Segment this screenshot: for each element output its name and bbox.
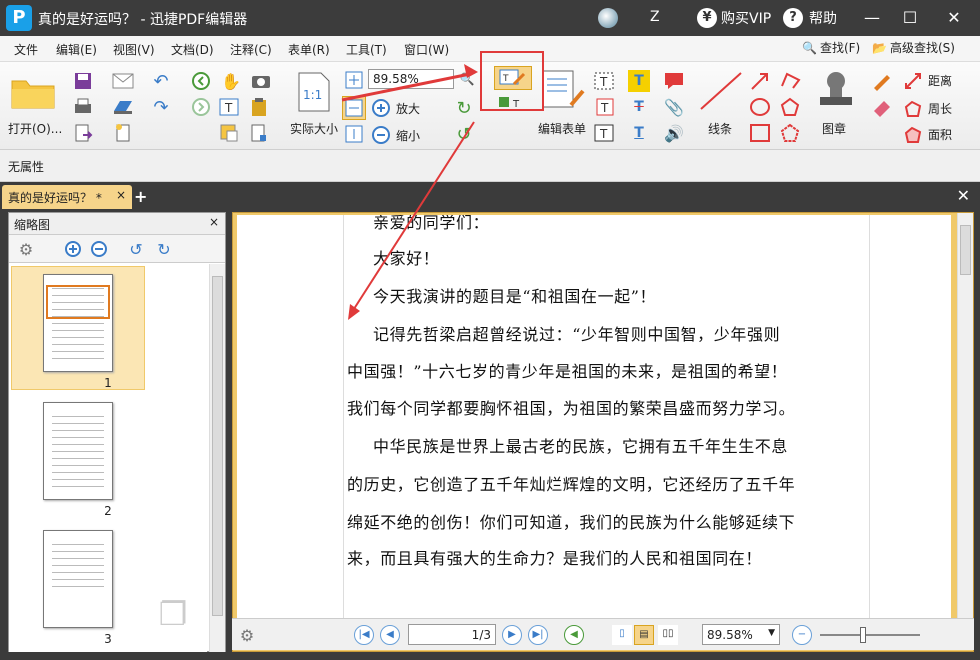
annotation-arrows: [341, 64, 478, 320]
